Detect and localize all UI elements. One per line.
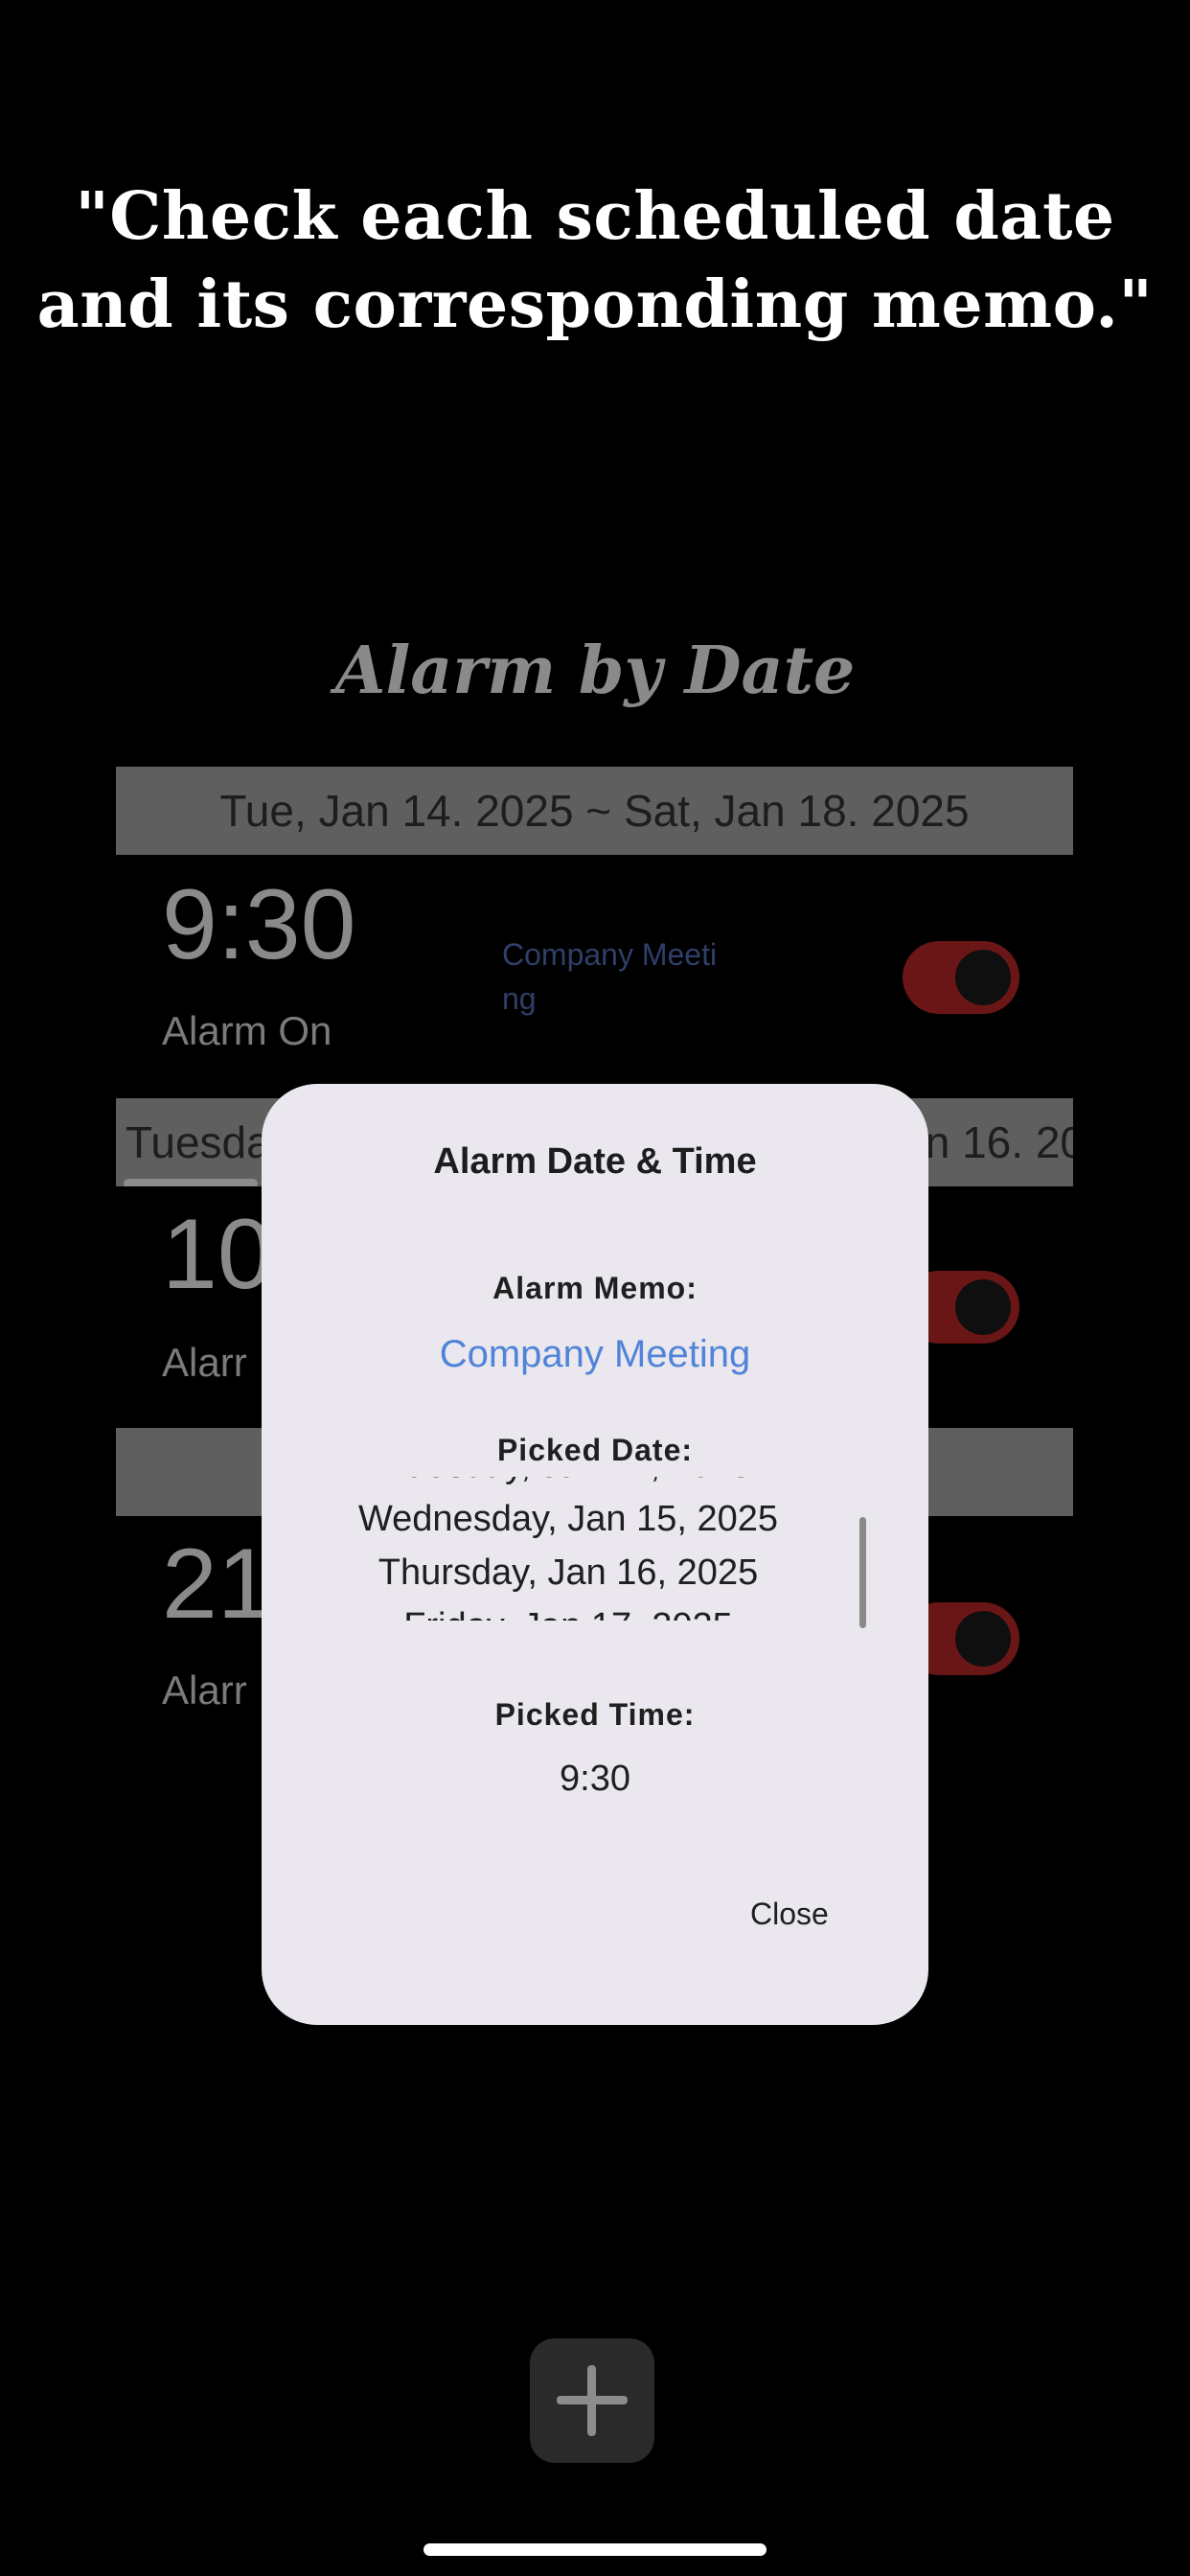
dates-scrollbar[interactable] [859, 1517, 866, 1628]
alarm-status: Alarm On [162, 1008, 332, 1053]
memo-value: Company Meeting [439, 1333, 751, 1375]
plus-icon[interactable] [530, 2338, 654, 2463]
picked-time-value: 9:30 [560, 1759, 630, 1799]
date-item: Tuesday, Jan 14, 2025 [319, 1477, 817, 1492]
alarm-time: 21 [162, 1529, 273, 1640]
toggle-knob [955, 1279, 1011, 1335]
date-range-header-right: n 16. 20 [925, 1117, 1073, 1167]
alarm-details-dialog: Alarm Date & Time Alarm Memo: Company Me… [262, 1084, 928, 2025]
picked-dates-list[interactable]: Tuesday, Jan 14, 2025 Wednesday, Jan 15,… [319, 1477, 817, 1621]
alarm-time: 10 [162, 1199, 273, 1310]
date-range-header-left: Tuesda [126, 1117, 271, 1167]
alarm-status: Alarr [162, 1668, 247, 1713]
date-range-header: Tue, Jan 14. 2025 ~ Sat, Jan 18. 2025 [116, 767, 1073, 855]
toggle-knob [955, 1611, 1011, 1667]
memo-label: Alarm Memo: [492, 1271, 698, 1305]
home-indicator[interactable] [423, 2543, 767, 2556]
header-scroll-indicator [124, 1179, 258, 1186]
alarm-toggle[interactable] [903, 941, 1019, 1014]
app-title: Alarm by Date [334, 632, 856, 709]
alarm-status: Alarr [162, 1340, 247, 1385]
alarm-memo[interactable]: Company Meeting [502, 932, 732, 1021]
picked-date-label: Picked Date: [496, 1433, 694, 1467]
close-button[interactable]: Close [750, 1897, 829, 1932]
dialog-title: Alarm Date & Time [433, 1141, 757, 1182]
toggle-knob [955, 950, 1011, 1005]
date-item: Friday, Jan 17, 2025 [319, 1599, 817, 1621]
date-item: Wednesday, Jan 15, 2025 [357, 1499, 779, 1539]
alarm-time: 9:30 [162, 869, 356, 980]
picked-time-label: Picked Time: [494, 1697, 696, 1732]
date-item: Thursday, Jan 16, 2025 [378, 1552, 759, 1593]
